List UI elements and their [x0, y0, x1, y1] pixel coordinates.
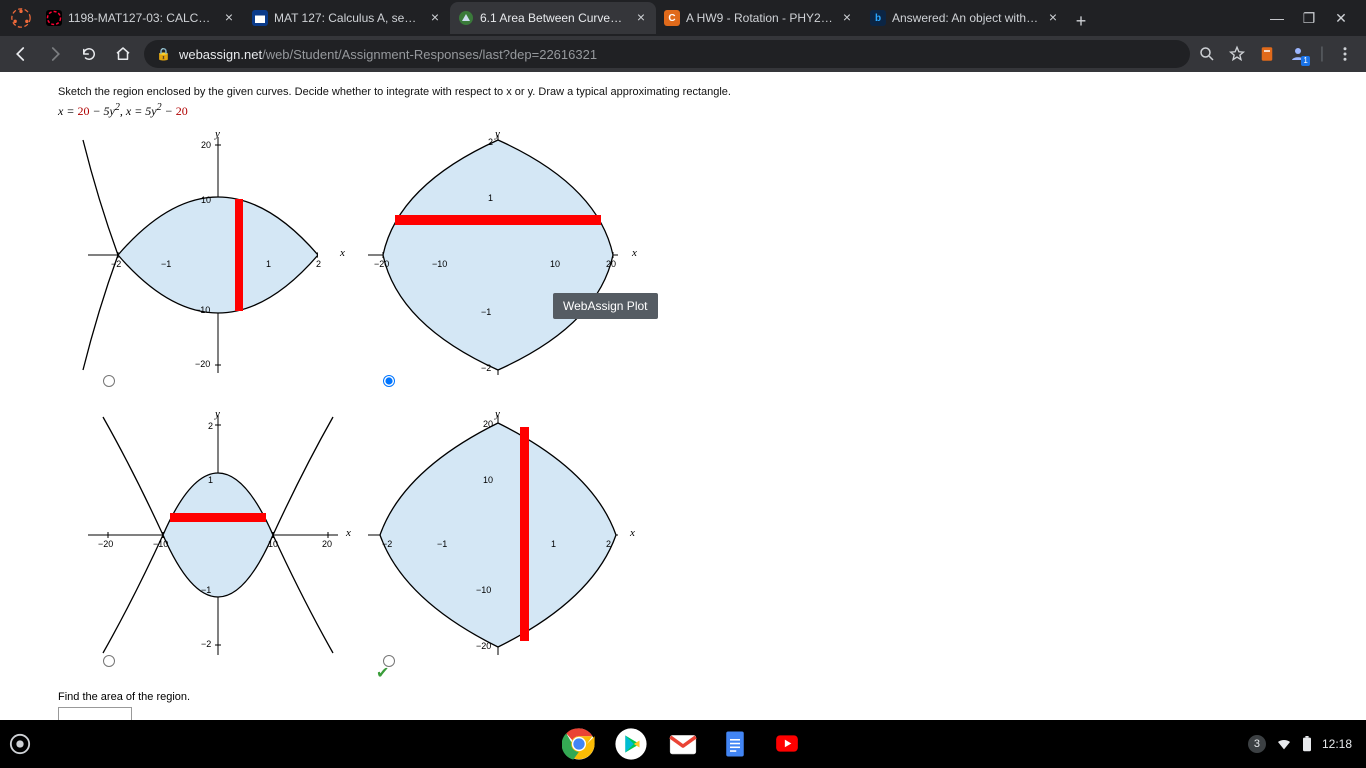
minimize-button[interactable]: — — [1268, 10, 1286, 27]
toolbar-right: 1 | — [1198, 44, 1358, 64]
url-host: webassign.net — [179, 47, 262, 62]
find-area-section: Find the area of the region. — [58, 691, 1308, 720]
tab-3-title: A HW9 - Rotation - PHY201-G, S — [686, 11, 834, 25]
home-button[interactable] — [110, 41, 136, 67]
chromeos-shelf: 3 12:18 — [0, 720, 1366, 768]
close-window-button[interactable]: ✕ — [1332, 10, 1350, 27]
radio-plot-a[interactable] — [103, 375, 115, 387]
docs-icon[interactable] — [718, 727, 752, 761]
browser-toolbar: 🔒 webassign.net/web/Student/Assignment-R… — [0, 36, 1366, 72]
radio-plot-b[interactable] — [383, 375, 395, 387]
bartleby-icon: b — [870, 10, 886, 26]
maximize-button[interactable]: ❐ — [1300, 10, 1318, 27]
new-tab-button[interactable]: + — [1068, 8, 1094, 34]
plot-grid: y x 20 10 −10 −20 −2 −1 1 2 — [58, 125, 1308, 675]
tab-2[interactable]: 6.1 Area Between Curves - MAT × — [450, 2, 656, 34]
tab-strip: 1198-MAT127-03: CALCULUS A × MAT 127: Ca… — [0, 0, 1366, 36]
webassign-icon — [458, 10, 474, 26]
find-area-label: Find the area of the region. — [58, 691, 1308, 703]
close-icon[interactable]: × — [1046, 11, 1060, 25]
plot-choice-a: y x 20 10 −10 −20 −2 −1 1 2 — [58, 125, 338, 395]
radio-plot-c[interactable] — [103, 655, 115, 667]
tab-1[interactable]: MAT 127: Calculus A, sections × — [244, 2, 450, 34]
plot-choice-c: y x 2 1 −1 −2 −20 −10 10 20 — [58, 405, 338, 675]
wifi-icon — [1276, 736, 1292, 752]
address-bar[interactable]: 🔒 webassign.net/web/Student/Assignment-R… — [144, 40, 1190, 68]
forward-button[interactable] — [42, 41, 68, 67]
correct-checkmark-icon: ✔ — [376, 663, 389, 683]
lock-icon: 🔒 — [156, 47, 171, 61]
close-icon[interactable]: × — [840, 11, 854, 25]
bookmark-star-icon[interactable] — [1228, 45, 1246, 63]
tab-4[interactable]: b Answered: An object with a ma × — [862, 2, 1068, 34]
notification-count[interactable]: 3 — [1248, 735, 1266, 753]
tab-0-title: 1198-MAT127-03: CALCULUS A — [68, 11, 216, 25]
status-tray[interactable]: 3 12:18 — [1248, 735, 1366, 753]
sakai-icon — [252, 10, 268, 26]
profile-icon[interactable]: 1 — [1288, 44, 1308, 64]
chegg-icon: C — [664, 10, 680, 26]
plot-c-svg — [58, 405, 338, 655]
youtube-icon[interactable] — [770, 727, 804, 761]
tab-2-title: 6.1 Area Between Curves - MAT — [480, 11, 628, 25]
plot-b-svg — [338, 125, 618, 375]
shelf-apps — [562, 727, 804, 761]
tab-3[interactable]: C A HW9 - Rotation - PHY201-G, S × — [656, 2, 862, 34]
close-icon[interactable]: × — [222, 11, 236, 25]
extension-icon[interactable] — [1258, 45, 1276, 63]
window-controls: — ❐ ✕ — [1268, 10, 1360, 27]
search-in-page-icon[interactable] — [1198, 45, 1216, 63]
reload-button[interactable] — [76, 41, 102, 67]
chrome-app-icon[interactable] — [562, 727, 596, 761]
plot-d-svg — [338, 405, 618, 655]
tab-4-title: Answered: An object with a ma — [892, 11, 1040, 25]
tab-1-title: MAT 127: Calculus A, sections — [274, 11, 422, 25]
tabs-container: 1198-MAT127-03: CALCULUS A × MAT 127: Ca… — [38, 2, 1268, 34]
question-equations: x = 20 − 5y2, x = 5y2 − 20 — [58, 102, 1308, 119]
play-store-icon[interactable] — [614, 727, 648, 761]
close-icon[interactable]: × — [634, 11, 648, 25]
os-ubuntu-icon — [10, 7, 32, 29]
url-path: /web/Student/Assignment-Responses/last?d… — [262, 47, 597, 62]
question-instruction: Sketch the region enclosed by the given … — [58, 86, 1308, 98]
launcher-button[interactable] — [0, 733, 40, 755]
clock: 12:18 — [1322, 737, 1352, 751]
back-button[interactable] — [8, 41, 34, 67]
close-icon[interactable]: × — [428, 11, 442, 25]
battery-icon — [1302, 736, 1312, 752]
area-answer-input[interactable] — [58, 707, 132, 720]
plot-choice-b: y x 2 1 −1 −2 −20 −10 10 20 WebAssign Pl… — [338, 125, 618, 395]
tab-0[interactable]: 1198-MAT127-03: CALCULUS A × — [38, 2, 244, 34]
webassign-plot-tooltip: WebAssign Plot — [553, 293, 658, 319]
plot-choice-d: y x 20 10 −10 −20 −2 −1 1 2 ✔ — [338, 405, 618, 675]
rutgers-icon — [46, 10, 62, 26]
page-content: Sketch the region enclosed by the given … — [0, 72, 1366, 720]
gmail-icon[interactable] — [666, 727, 700, 761]
plot-a-svg — [58, 125, 318, 375]
menu-button[interactable] — [1336, 45, 1354, 63]
